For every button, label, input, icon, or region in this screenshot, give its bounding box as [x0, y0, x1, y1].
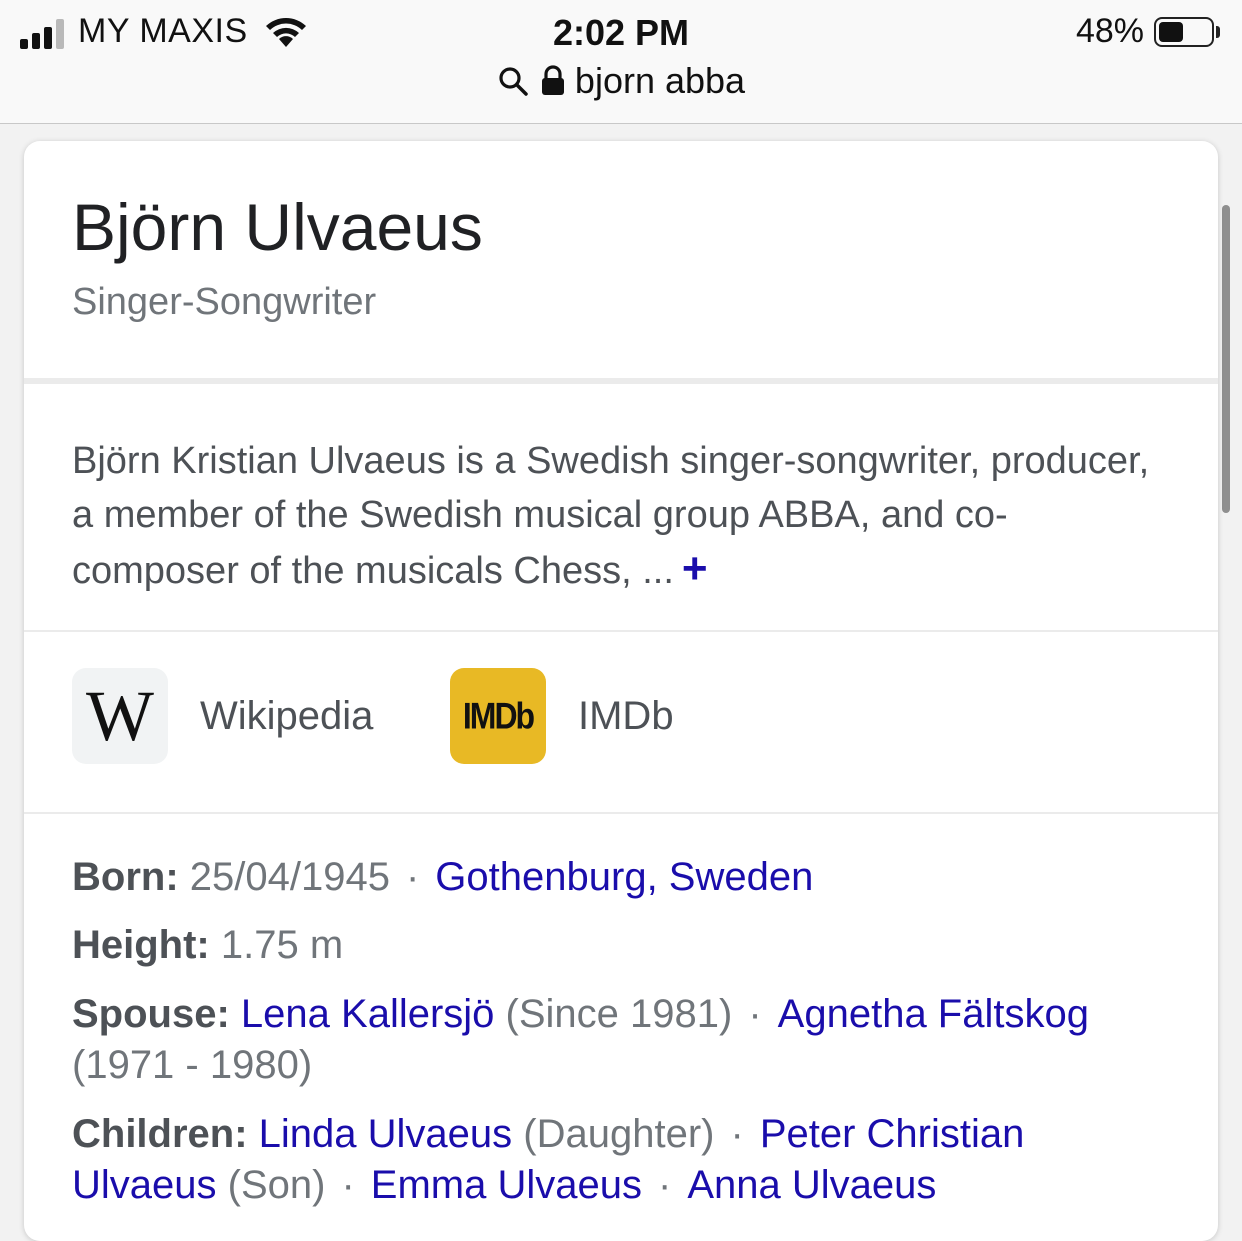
- battery-tip: [1216, 25, 1220, 38]
- separator: ·: [657, 1163, 672, 1207]
- child-link[interactable]: Anna Ulvaeus: [687, 1163, 936, 1207]
- knowledge-panel-card: Björn Ulvaeus Singer-Songwriter Björn Kr…: [24, 141, 1218, 1241]
- children-label: Children:: [72, 1112, 248, 1156]
- child-note: (Son): [227, 1163, 326, 1207]
- imdb-label: IMDb: [578, 693, 674, 738]
- fact-born: Born: 25/04/1945 · Gothenburg, Sweden: [72, 852, 1172, 903]
- address-bar[interactable]: bjorn abba: [0, 60, 1242, 102]
- separator: ·: [748, 992, 762, 1036]
- child-note: (Daughter): [523, 1112, 715, 1156]
- status-right: 48%: [1076, 12, 1220, 51]
- status-time: 2:02 PM: [552, 12, 690, 53]
- child-link[interactable]: Linda Ulvaeus: [259, 1112, 513, 1156]
- child-link[interactable]: Emma Ulvaeus: [371, 1163, 642, 1207]
- height-value: 1.75 m: [220, 923, 344, 967]
- born-date: 25/04/1945: [189, 855, 390, 899]
- entity-description: Björn Kristian Ulvaeus is a Swedish sing…: [72, 434, 1152, 598]
- imdb-link[interactable]: IMDb IMDb: [450, 668, 674, 764]
- wikipedia-link[interactable]: W Wikipedia: [72, 668, 373, 764]
- fact-height: Height: 1.75 m: [72, 920, 1172, 971]
- height-label: Height:: [72, 923, 210, 967]
- description-text: Björn Kristian Ulvaeus is a Swedish sing…: [72, 440, 1150, 592]
- separator: ·: [405, 855, 420, 899]
- battery-icon: [1154, 16, 1214, 47]
- lock-icon: [541, 65, 564, 95]
- fact-spouse: Spouse: Lena Kallersjö (Since 1981) · Agne…: [72, 989, 1172, 1091]
- spouse-note: (1971 - 1980): [72, 1043, 313, 1087]
- fact-children: Children: Linda Ulvaeus (Daughter) · Peter…: [72, 1109, 1172, 1211]
- search-icon: [499, 67, 528, 96]
- separator: ·: [730, 1112, 744, 1156]
- browser-top-bar: MY MAXIS 2:02 PM 48% bjorn abba: [0, 0, 1242, 124]
- wikipedia-label: Wikipedia: [200, 693, 374, 738]
- expand-description-button[interactable]: +: [682, 544, 708, 593]
- spouse-link[interactable]: Lena Kallersjö: [241, 992, 495, 1036]
- born-label: Born:: [72, 855, 179, 899]
- spouse-link[interactable]: Agnetha Fältskog: [778, 992, 1089, 1036]
- page-scrollbar[interactable]: [1222, 205, 1230, 513]
- imdb-logo-icon: IMDb: [450, 668, 546, 764]
- entity-subtitle: Singer-Songwriter: [72, 281, 377, 323]
- entity-title: Björn Ulvaeus: [72, 190, 483, 264]
- spouse-label: Spouse:: [72, 992, 230, 1036]
- battery-percent: 48%: [1075, 12, 1144, 50]
- profiles-section: W Wikipedia IMDb IMDb: [24, 632, 1218, 814]
- born-place-link[interactable]: Gothenburg, Sweden: [435, 855, 813, 899]
- description-section: Björn Kristian Ulvaeus is a Swedish sing…: [24, 384, 1218, 632]
- facts-section: Born: 25/04/1945 · Gothenburg, Sweden Heig…: [24, 814, 1218, 1241]
- wikipedia-logo-icon: W: [72, 668, 168, 764]
- url-text: bjorn abba: [574, 60, 746, 101]
- separator: ·: [341, 1163, 355, 1207]
- panel-header: Björn Ulvaeus Singer-Songwriter: [24, 141, 1218, 384]
- spouse-note: (Since 1981): [505, 992, 733, 1036]
